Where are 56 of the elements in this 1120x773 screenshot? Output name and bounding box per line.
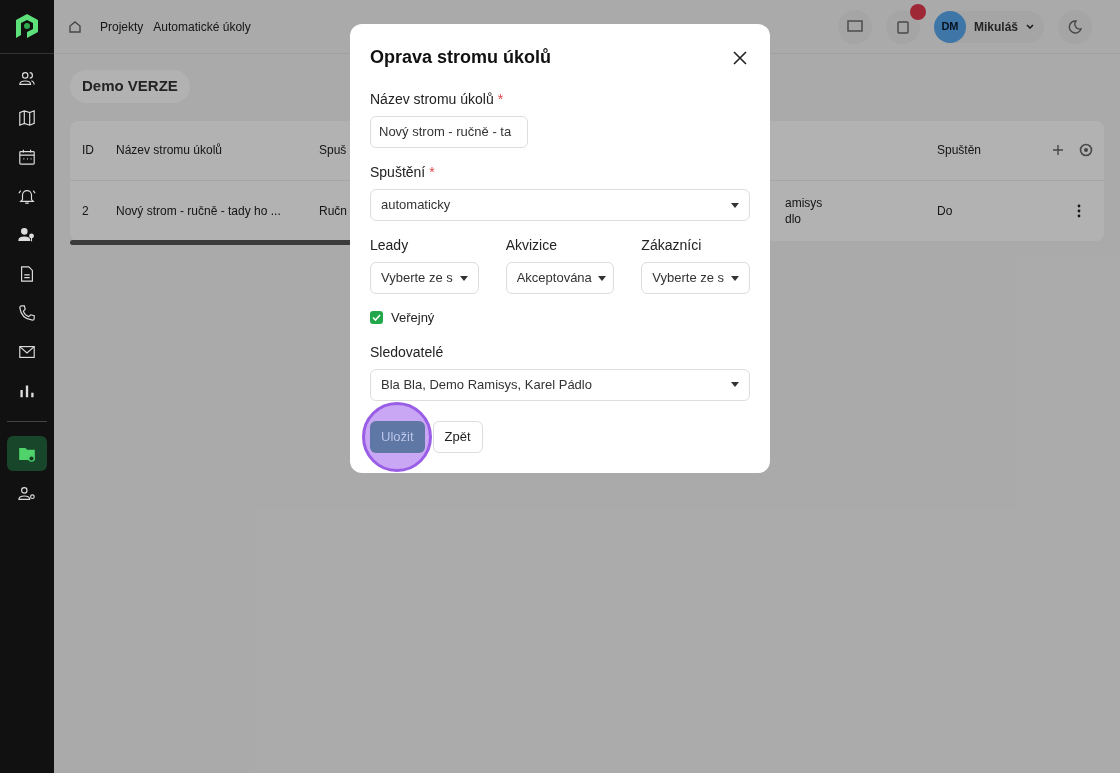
sidebar-item[interactable] [7, 436, 47, 471]
more-icon[interactable] [1077, 203, 1081, 218]
user-name: Mikuláš [974, 18, 1018, 36]
avatar: DM [934, 10, 966, 43]
select-field[interactable]: Vyberte ze s [641, 262, 750, 294]
back-button[interactable]: Zpět [432, 420, 483, 453]
map-icon [18, 108, 36, 127]
user-gear-icon [18, 484, 36, 503]
moon-icon [1068, 19, 1082, 34]
user-key-icon [18, 225, 36, 244]
column-header: Název stromu úkolů [116, 142, 224, 159]
table-cell-text: 2 [82, 202, 90, 220]
clipboard-icon [897, 19, 909, 34]
column-header: Spuš [319, 142, 348, 159]
add-icon[interactable] [1053, 145, 1063, 155]
logo-icon [15, 12, 39, 41]
dialog-title: Oprava stromu úkolů [370, 46, 552, 69]
caret-icon [731, 382, 739, 387]
breadcrumb-link[interactable]: Automatické úkoly [153, 17, 251, 36]
select-field[interactable]: Vyberte ze s [370, 262, 479, 294]
table-cell-text: Nový strom - ručně - tady ho ... [116, 202, 282, 220]
caret-icon [731, 275, 739, 281]
calendar-icon [18, 147, 36, 166]
breadcrumb-link[interactable]: Projekty [100, 17, 144, 36]
user-menu[interactable]: DM Mikuláš [934, 10, 1044, 43]
page-title: Demo VERZE [70, 70, 190, 103]
table-cell-text: Ručn [319, 202, 348, 220]
name-input[interactable]: Nový strom - ručně - ta [370, 116, 528, 148]
table-cell-text: amisys dlo [785, 194, 824, 227]
checkbox[interactable] [370, 311, 383, 325]
caret-icon [731, 202, 739, 208]
table-cell-text: Do [937, 202, 954, 220]
field-label: Spuštění * [370, 163, 436, 182]
field-label: Akvizice [505, 236, 558, 255]
chevron-icon [1026, 24, 1034, 29]
checkbox-label: Veřejný [391, 309, 435, 327]
phone-icon [18, 303, 36, 322]
column-header: Spuštěn [937, 142, 983, 159]
document-icon [18, 264, 36, 283]
chat-icon [847, 19, 863, 34]
column-header: ID [82, 142, 95, 159]
settings-icon[interactable] [1079, 143, 1093, 157]
select-field[interactable]: automaticky [370, 189, 750, 221]
field-label: Název stromu úkolů * [370, 90, 505, 109]
select-field[interactable]: Akceptována [505, 262, 615, 294]
users-icon [18, 69, 36, 88]
select-field[interactable]: Bla Bla, Demo Ramisys, Karel Pádlo [370, 368, 750, 401]
theme-button[interactable] [1058, 9, 1092, 44]
home-icon[interactable] [68, 19, 82, 34]
caret-icon [459, 275, 468, 281]
field-label: Sledovatelé [370, 342, 445, 362]
field-label: Leady [370, 236, 410, 255]
chat-button[interactable] [838, 9, 872, 44]
field-label: Zákazníci [641, 236, 703, 255]
caret-icon [597, 275, 606, 281]
clipboard-button[interactable] [886, 9, 920, 44]
